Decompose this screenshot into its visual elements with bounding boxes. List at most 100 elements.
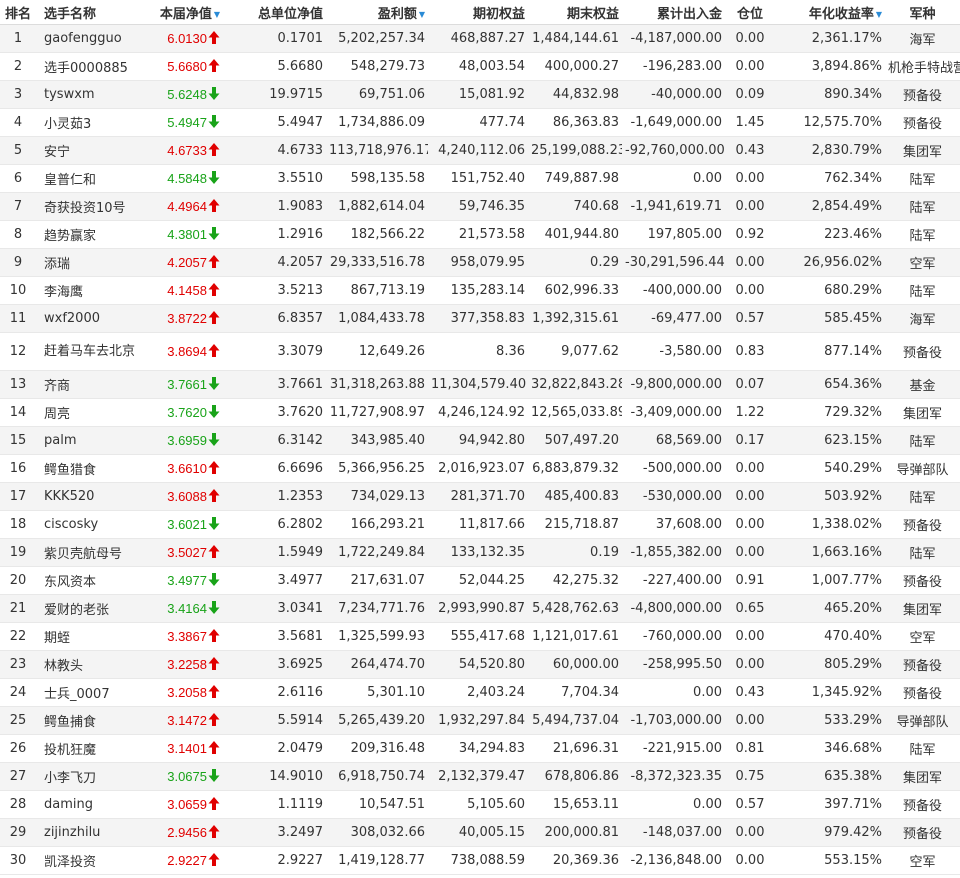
player-name-link[interactable]: 添瑞 xyxy=(36,248,146,277)
table-row[interactable]: 25 鳄鱼捕食 3.1472 5.5914 5,265,439.20 1,932,297.… xyxy=(0,706,960,735)
final-equity-cell: 7,704.34 xyxy=(528,678,622,707)
table-row[interactable]: 5 安宁 4.6733 4.6733 113,718,976.17 4,240,112.0… xyxy=(0,136,960,165)
cumulative-flow-cell: 0.00 xyxy=(622,678,725,707)
player-name-link[interactable]: 鳄鱼猎食 xyxy=(36,454,146,483)
player-name-link[interactable]: ciscosky xyxy=(36,510,146,539)
current-nav-cell: 4.3801 xyxy=(146,220,223,249)
player-name-link[interactable]: daming xyxy=(36,790,146,819)
rank-cell: 16 xyxy=(0,454,36,483)
player-name-link[interactable]: 安宁 xyxy=(36,136,146,165)
player-name-link[interactable]: palm xyxy=(36,426,146,455)
table-row[interactable]: 22 期蛭 3.3867 3.5681 1,325,599.93 555,417.68 1,… xyxy=(0,622,960,651)
header-position[interactable]: 仓位 xyxy=(725,0,775,25)
cumulative-flow-cell: -227,400.00 xyxy=(622,566,725,595)
player-name-link[interactable]: 凯泽投资 xyxy=(36,846,146,875)
header-army[interactable]: 军种 xyxy=(885,0,960,25)
final-equity-cell: 9,077.62 xyxy=(528,332,622,371)
header-rank[interactable]: 排名 xyxy=(0,0,36,25)
table-row[interactable]: 26 投机狂魔 3.1401 2.0479 209,316.48 34,294.83 21,… xyxy=(0,734,960,763)
table-row[interactable]: 12 赶着马车去北京 3.8694 3.3079 12,649.26 8.36 9,077.… xyxy=(0,332,960,371)
table-row[interactable]: 9 添瑞 4.2057 4.2057 29,333,516.78 958,079.95 0.… xyxy=(0,248,960,277)
table-row[interactable]: 10 李海鹰 4.1458 3.5213 867,713.19 135,283.14 602… xyxy=(0,276,960,305)
initial-equity-cell: 21,573.58 xyxy=(428,220,528,249)
table-row[interactable]: 1 gaofengguo 6.0130 0.1701 5,202,257.34 468,8… xyxy=(0,24,960,53)
player-name-link[interactable]: 周亮 xyxy=(36,398,146,427)
player-name-link[interactable]: 爱财的老张 xyxy=(36,594,146,623)
table-row[interactable]: 11 wxf2000 3.8722 6.8357 1,084,433.78 377,358… xyxy=(0,304,960,333)
table-row[interactable]: 23 林教头 3.2258 3.6925 264,474.70 54,520.80 60,0… xyxy=(0,650,960,679)
current-nav-cell: 3.8722 xyxy=(146,304,223,333)
table-row[interactable]: 18 ciscosky 3.6021 6.2802 166,293.21 11,817.6… xyxy=(0,510,960,539)
table-row[interactable]: 28 daming 3.0659 1.1119 10,547.51 5,105.60 15,… xyxy=(0,790,960,819)
table-row[interactable]: 6 皇普仁和 4.5848 3.5510 598,135.58 151,752.40 749… xyxy=(0,164,960,193)
table-row[interactable]: 15 palm 3.6959 6.3142 343,985.40 94,942.80 507… xyxy=(0,426,960,455)
header-annual-return[interactable]: 年化收益率 ▼ xyxy=(775,0,885,25)
table-row[interactable]: 7 奇获投资10号 4.4964 1.9083 1,882,614.04 59,746.3… xyxy=(0,192,960,221)
army-cell: 海军 xyxy=(885,24,960,53)
total-nav-cell: 6.8357 xyxy=(223,304,326,333)
player-name-link[interactable]: 小灵茹3 xyxy=(36,108,146,137)
player-name-link[interactable]: 东风资本 xyxy=(36,566,146,595)
table-row[interactable]: 29 zijinzhilu 2.9456 3.2497 308,032.66 40,005… xyxy=(0,818,960,847)
arrow-up-icon xyxy=(208,740,220,754)
header-total-nav[interactable]: 总单位净值 xyxy=(223,0,326,25)
player-name-link[interactable]: 投机狂魔 xyxy=(36,734,146,763)
header-current-nav[interactable]: 本届净值 ▼ xyxy=(146,0,223,25)
table-row[interactable]: 14 周亮 3.7620 3.7620 11,727,908.97 4,246,124.9… xyxy=(0,398,960,427)
table-row[interactable]: 16 鳄鱼猎食 3.6610 6.6696 5,366,956.25 2,016,923.… xyxy=(0,454,960,483)
header-player-name[interactable]: 选手名称 xyxy=(36,0,146,25)
table-row[interactable]: 30 凯泽投资 2.9227 2.9227 1,419,128.77 738,088.59… xyxy=(0,846,960,875)
position-cell: 0.43 xyxy=(725,136,775,165)
profit-cell: 5,265,439.20 xyxy=(326,706,428,735)
player-name-link[interactable]: zijinzhilu xyxy=(36,818,146,847)
nav-value: 3.8694 xyxy=(167,343,207,359)
table-row[interactable]: 21 爱财的老张 3.4164 3.0341 7,234,771.76 2,993,990… xyxy=(0,594,960,623)
player-name-link[interactable]: 林教头 xyxy=(36,650,146,679)
final-equity-cell: 0.29 xyxy=(528,248,622,277)
rank-cell: 13 xyxy=(0,370,36,399)
sort-desc-icon[interactable]: ▼ xyxy=(214,10,220,19)
player-name-link[interactable]: 选手0000885 xyxy=(36,52,146,81)
player-name-link[interactable]: 皇普仁和 xyxy=(36,164,146,193)
player-name-link[interactable]: 士兵_0007 xyxy=(36,678,146,707)
header-cumulative-flow[interactable]: 累计出入金 xyxy=(622,0,725,25)
player-name-link[interactable]: 齐商 xyxy=(36,370,146,399)
table-row[interactable]: 8 趋势赢家 4.3801 1.2916 182,566.22 21,573.58 401,… xyxy=(0,220,960,249)
table-row[interactable]: 3 tyswxm 5.6248 19.9715 69,751.06 15,081.92 44… xyxy=(0,80,960,109)
table-row[interactable]: 24 士兵_0007 3.2058 2.6116 5,301.10 2,403.24 7,7… xyxy=(0,678,960,707)
position-cell: 1.45 xyxy=(725,108,775,137)
table-row[interactable]: 27 小李飞刀 3.0675 14.9010 6,918,750.74 2,132,379… xyxy=(0,762,960,791)
total-nav-cell: 3.5213 xyxy=(223,276,326,305)
rank-cell: 17 xyxy=(0,482,36,511)
nav-value: 2.9227 xyxy=(167,852,207,868)
header-profit[interactable]: 盈利额 ▼ xyxy=(326,0,428,25)
table-row[interactable]: 4 小灵茹3 5.4947 5.4947 1,734,886.09 477.74 86,36… xyxy=(0,108,960,137)
player-name-link[interactable]: wxf2000 xyxy=(36,304,146,333)
player-name-link[interactable]: 赶着马车去北京 xyxy=(36,332,146,371)
header-final-equity[interactable]: 期末权益 xyxy=(528,0,622,25)
total-nav-cell: 3.2497 xyxy=(223,818,326,847)
army-cell: 集团军 xyxy=(885,762,960,791)
player-name-link[interactable]: 奇获投资10号 xyxy=(36,192,146,221)
annual-return-cell: 2,854.49% xyxy=(775,192,885,221)
header-initial-equity[interactable]: 期初权益 xyxy=(428,0,528,25)
player-name-link[interactable]: 李海鹰 xyxy=(36,276,146,305)
cumulative-flow-cell: -40,000.00 xyxy=(622,80,725,109)
player-name-link[interactable]: 趋势赢家 xyxy=(36,220,146,249)
player-name-link[interactable]: 期蛭 xyxy=(36,622,146,651)
table-row[interactable]: 2 选手0000885 5.6680 5.6680 548,279.73 48,003.5… xyxy=(0,52,960,81)
player-name-link[interactable]: 鳄鱼捕食 xyxy=(36,706,146,735)
sort-desc-icon[interactable]: ▼ xyxy=(419,10,425,19)
player-name-link[interactable]: tyswxm xyxy=(36,80,146,109)
total-nav-cell: 4.2057 xyxy=(223,248,326,277)
table-row[interactable]: 20 东风资本 3.4977 3.4977 217,631.07 52,044.25 42,… xyxy=(0,566,960,595)
table-row[interactable]: 17 KKK520 3.6088 1.2353 734,029.13 281,371.70… xyxy=(0,482,960,511)
player-name-link[interactable]: 小李飞刀 xyxy=(36,762,146,791)
sort-desc-icon[interactable]: ▼ xyxy=(876,10,882,19)
player-name-link[interactable]: KKK520 xyxy=(36,482,146,511)
player-name-link[interactable]: 紫贝壳航母号 xyxy=(36,538,146,567)
table-row[interactable]: 13 齐商 3.7661 3.7661 31,318,263.88 11,304,579.… xyxy=(0,370,960,399)
player-name-link[interactable]: gaofengguo xyxy=(36,24,146,53)
current-nav-cell: 3.8694 xyxy=(146,332,223,371)
table-row[interactable]: 19 紫贝壳航母号 3.5027 1.5949 1,722,249.84 133,132.… xyxy=(0,538,960,567)
